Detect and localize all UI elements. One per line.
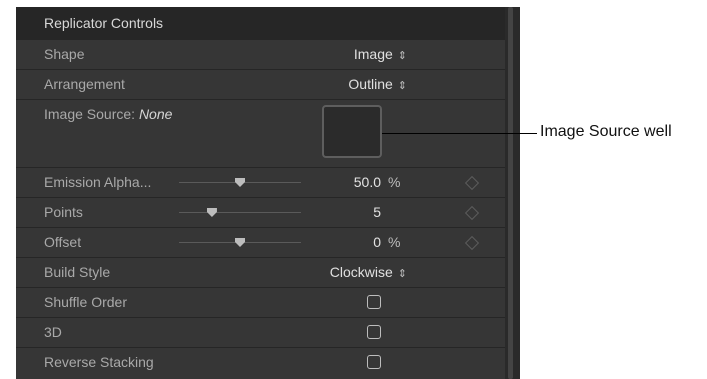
row-points: Points 5 [16,198,505,228]
row-3d: 3D [16,318,505,348]
build-style-popup-value: Clockwise [329,264,393,280]
slider-thumb[interactable] [235,178,245,187]
emission-alpha-label: Emission Alpha... [44,174,152,190]
emission-alpha-unit: % [388,174,401,190]
shape-popup[interactable]: Image ⇕ [354,40,407,71]
points-slider[interactable] [179,208,301,217]
points-label: Points [44,204,83,220]
inspector-panel: Replicator Controls Shape Image ⇕ Arrange… [16,7,520,379]
build-style-label: Build Style [44,264,111,280]
reverse-stacking-checkbox[interactable] [367,355,381,369]
emission-alpha-value[interactable]: 50.0 [354,168,381,197]
offset-unit: % [388,234,401,250]
up-down-chevron-icon: ⇕ [397,50,407,62]
offset-label: Offset [44,234,82,250]
offset-slider[interactable] [179,238,301,247]
arrangement-popup-value: Outline [348,76,393,92]
image-source-well[interactable] [322,105,382,158]
diamond-keyframe-icon[interactable] [464,235,480,251]
section-title: Replicator Controls [44,15,164,31]
points-value[interactable]: 5 [373,198,381,227]
inspector-content: Replicator Controls Shape Image ⇕ Arrange… [16,7,505,379]
shuffle-order-checkbox[interactable] [367,295,381,309]
shape-popup-value: Image [353,46,393,62]
row-arrangement: Arrangement Outline ⇕ [16,70,505,100]
offset-value[interactable]: 0 [373,228,381,257]
callout-line [382,133,537,134]
row-build-style: Build Style Clockwise ⇕ [16,258,505,288]
callout-label: Image Source well [540,123,672,140]
three-d-label: 3D [44,324,62,340]
arrangement-label: Arrangement [44,76,125,92]
reverse-stacking-label: Reverse Stacking [44,354,154,370]
shuffle-order-label: Shuffle Order [44,294,128,310]
build-style-popup[interactable]: Clockwise ⇕ [330,258,407,289]
diamond-keyframe-icon[interactable] [464,205,480,221]
slider-thumb[interactable] [206,208,217,217]
shape-label: Shape [44,46,85,62]
row-offset: Offset 0 % [16,228,505,258]
row-reverse-stacking: Reverse Stacking [16,348,505,379]
emission-alpha-slider[interactable] [179,178,301,187]
image-source-label-prefix: Image Source: [44,106,139,122]
row-shuffle-order: Shuffle Order [16,288,505,318]
image-source-value: None [138,106,173,122]
up-down-chevron-icon: ⇕ [397,80,407,92]
row-shape: Shape Image ⇕ [16,40,505,70]
up-down-chevron-icon: ⇕ [397,268,407,280]
row-emission-alpha: Emission Alpha... 50.0 % [16,168,505,198]
row-image-source: Image Source: None [16,100,505,168]
vertical-scrollbar[interactable] [508,7,513,379]
arrangement-popup[interactable]: Outline ⇕ [348,70,407,101]
section-header[interactable]: Replicator Controls [16,7,505,40]
image-source-label: Image Source: None [44,100,172,129]
slider-thumb[interactable] [235,238,245,247]
diamond-keyframe-icon[interactable] [464,175,480,191]
three-d-checkbox[interactable] [367,325,381,339]
